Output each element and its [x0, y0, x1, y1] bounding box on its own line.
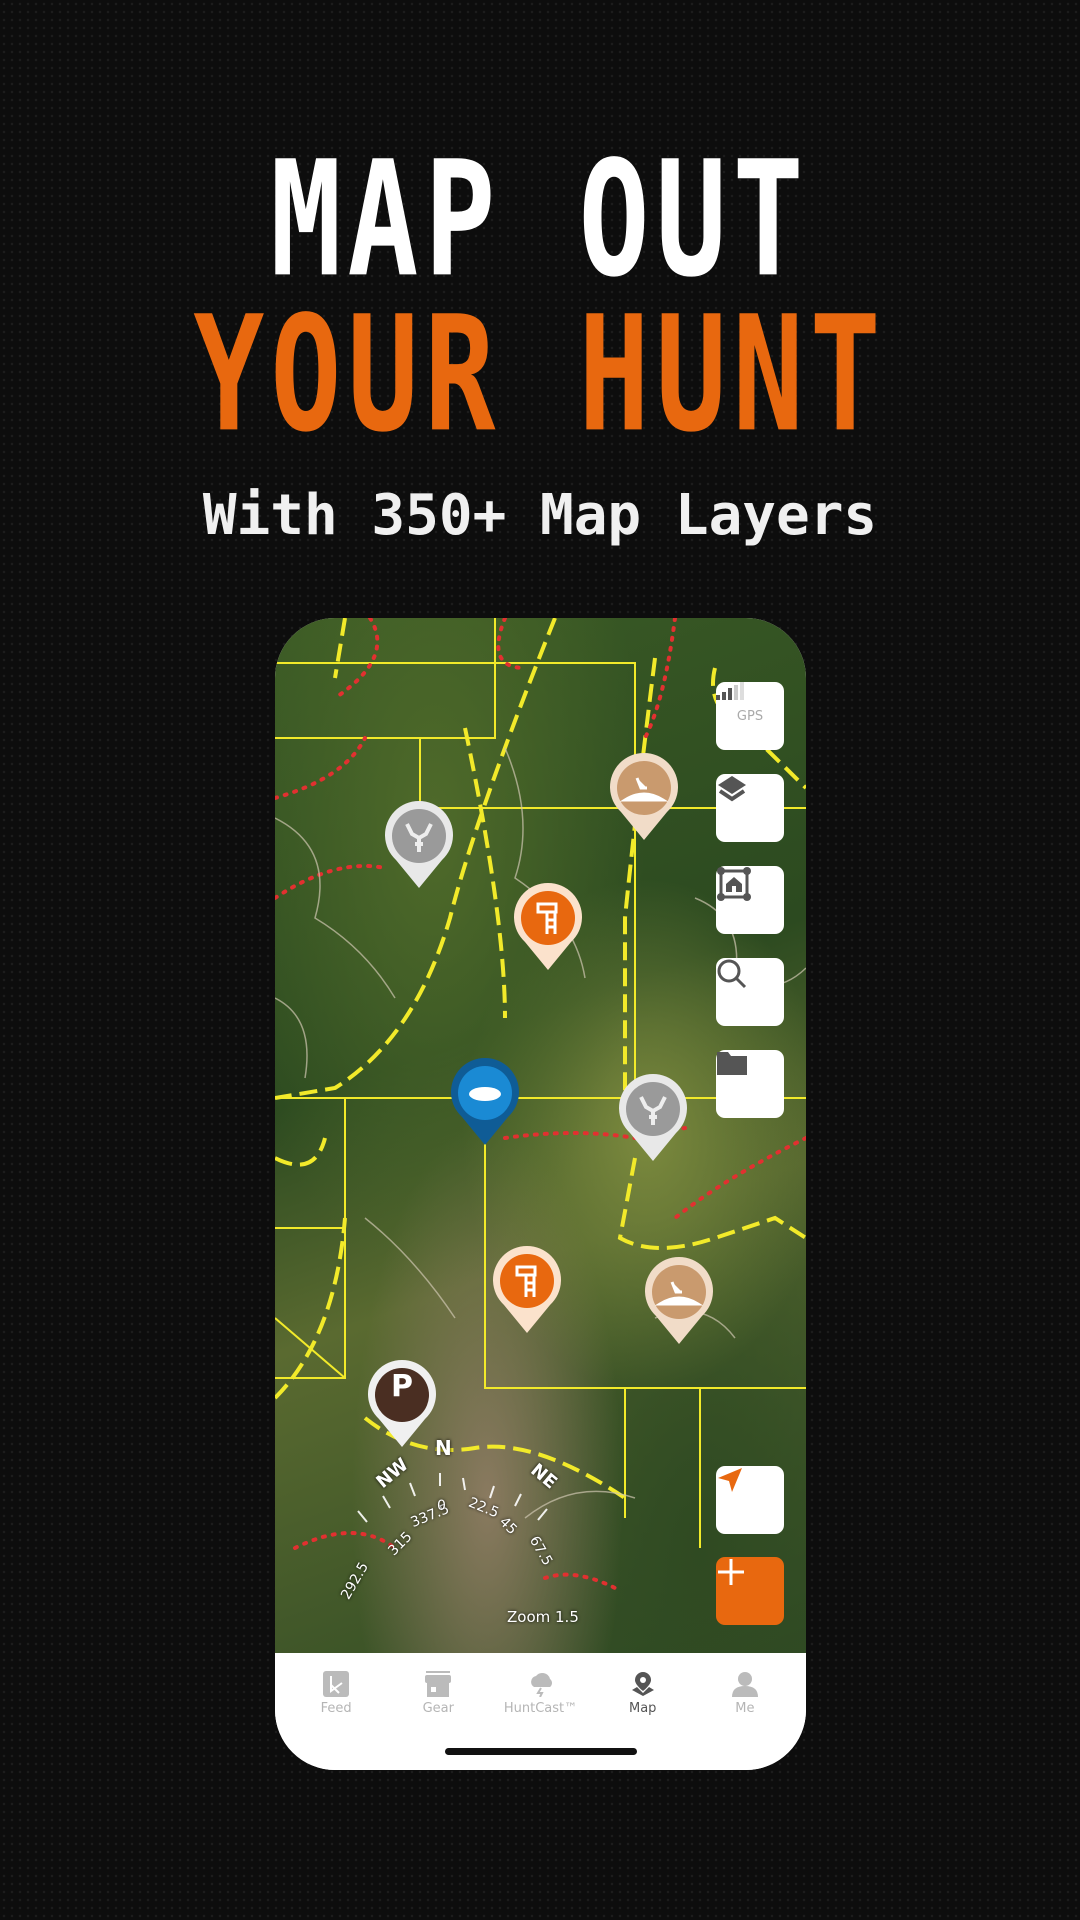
compass-deg: 0: [437, 1498, 446, 1514]
headline-line2: YOUR HUNT: [193, 280, 887, 468]
tab-me[interactable]: Me: [694, 1653, 796, 1770]
folder-button[interactable]: [716, 1050, 784, 1118]
tab-label: Gear: [422, 1701, 454, 1716]
map-pin-icon: [631, 1672, 654, 1696]
tab-label: Map: [628, 1701, 657, 1716]
zoom-level: Zoom 1.5: [507, 1608, 579, 1626]
bedding-pin[interactable]: [607, 752, 681, 842]
phone-screen: N NW NE 292.5 315 337.5 0 22.5 45 67.5 Z…: [275, 618, 806, 1770]
home-indicator: [445, 1748, 637, 1755]
search-button[interactable]: [716, 958, 784, 1026]
map-view[interactable]: N NW NE 292.5 315 337.5 0 22.5 45 67.5 Z…: [275, 618, 806, 1653]
feed-icon: [323, 1671, 350, 1697]
gps-label: GPS: [736, 708, 764, 724]
tab-label: Feed: [320, 1701, 352, 1716]
treestand-pin[interactable]: [490, 1245, 564, 1335]
tab-feed[interactable]: Feed: [285, 1653, 387, 1770]
layers-icon: [718, 776, 746, 802]
water-icon: [469, 1087, 501, 1101]
storm-cloud-icon: [530, 1672, 552, 1697]
deer-pin[interactable]: [616, 1073, 690, 1163]
location-arrow-icon: [718, 1468, 742, 1492]
tab-label: HuntCast™: [503, 1701, 578, 1716]
folder-icon: [717, 1052, 747, 1075]
store-icon: [425, 1671, 452, 1697]
add-button[interactable]: [716, 1557, 784, 1625]
treestand-pin[interactable]: [511, 882, 585, 972]
layers-button[interactable]: [716, 774, 784, 842]
plus-icon: [718, 1559, 744, 1585]
user-icon: [731, 1672, 758, 1697]
water-pin[interactable]: [448, 1057, 522, 1147]
deer-pin[interactable]: [382, 800, 456, 890]
bedding-pin[interactable]: [642, 1256, 716, 1346]
subtitle: With 350+ Map Layers: [202, 483, 878, 548]
gps-signal-icon: [716, 682, 744, 700]
search-icon: [717, 959, 747, 989]
tab-label: Me: [735, 1701, 755, 1716]
gps-button[interactable]: GPS: [716, 682, 784, 750]
parking-letter: P: [391, 1369, 413, 1404]
locate-button[interactable]: [716, 1466, 784, 1534]
property-button[interactable]: [716, 866, 784, 934]
property-boundary-icon: [717, 867, 751, 901]
